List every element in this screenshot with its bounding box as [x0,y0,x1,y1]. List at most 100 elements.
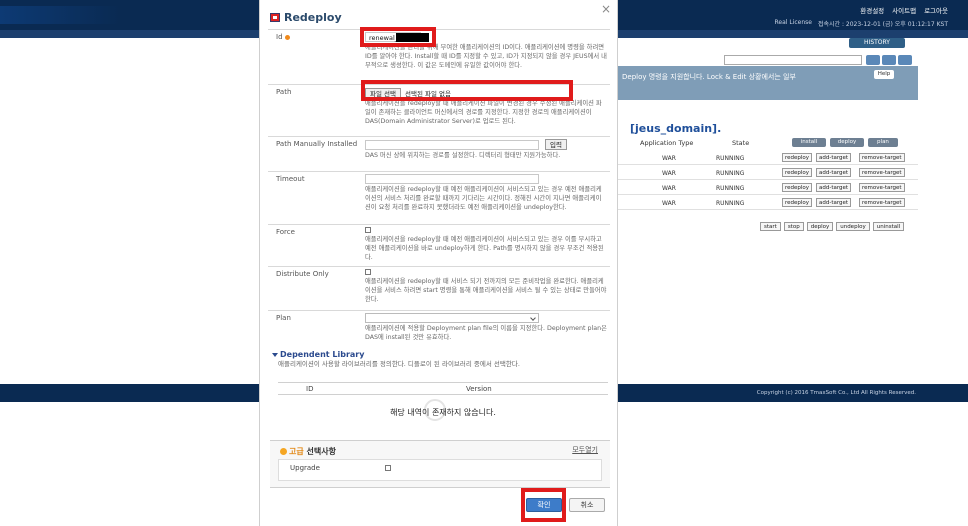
col-id: ID [306,385,314,393]
add-target-button[interactable]: add-target [816,153,852,162]
undeploy-button[interactable]: undeploy [836,222,870,231]
add-target-button[interactable]: add-target [816,183,852,192]
license-info: Real License 접속시간 : 2023-12-01 (금) 오후 01… [775,19,948,28]
app-state: RUNNING [716,185,745,192]
copyright: Copyright (c) 2016 TmaxSoft Co., Ltd All… [756,390,916,396]
app-type: WAR [662,200,676,207]
id-field-row: Id renewal_ 애플리케이션을 관리를 위해 부여한 애플리케이션의 I… [268,29,610,84]
remove-target-button[interactable]: remove-target [859,198,905,207]
history-button[interactable]: HISTORY [849,38,905,48]
add-target-button[interactable]: add-target [816,198,852,207]
timeout-label: Timeout [276,175,305,183]
id-label-text: Id [276,33,283,41]
sitemap-link[interactable]: 사이트맵 [892,5,916,15]
install-button[interactable]: install [792,138,826,147]
col-version: Version [466,385,492,393]
banner-text: Deploy 명령을 지원합니다. Lock & Edit 상황에서는 일부 [622,73,796,81]
force-label: Force [276,228,295,236]
deploy-action-button[interactable]: deploy [806,222,834,231]
plan-label: Plan [276,314,291,322]
required-icon [284,34,290,40]
remove-target-button[interactable]: remove-target [859,153,905,162]
timeout-description: 애플리케이션을 redeploy할 때 예전 애플리케이션이 서비스되고 있는 … [365,186,602,211]
app-type: WAR [662,170,676,177]
library-empty-message: 해당 내역이 존재하지 않습니다. [390,408,496,417]
domain-title: [jeus_domain]. [630,122,722,135]
app-state: RUNNING [716,170,745,177]
timeout-row: Timeout 애플리케이션을 redeploy할 때 예전 애플리케이션이 서… [268,171,610,224]
close-icon[interactable]: × [601,2,611,16]
help-button[interactable]: Help [874,70,894,79]
search-input[interactable] [724,55,862,65]
table-row: WAR RUNNING redeploy add-target remove-t… [618,166,918,180]
force-body: 애플리케이션을 redeploy할 때 예전 애플리케이션이 서비스되고 있는 … [365,227,607,262]
section-bullet-icon [272,352,278,357]
flag-icon [270,13,280,22]
force-description: 애플리케이션을 redeploy할 때 예전 애플리케이션이 서비스되고 있는 … [365,236,604,261]
export-icon[interactable] [898,55,912,65]
dialog-header: Redeploy × [260,0,617,28]
plan-row: Plan 애플리케이션에 적용할 Deployment plan file의 이… [268,310,610,346]
dialog-title: Redeploy [284,11,342,24]
timeout-body: 애플리케이션을 redeploy할 때 예전 애플리케이션이 서비스되고 있는 … [365,174,607,212]
settings-link[interactable]: 환경설정 [860,5,884,15]
table-row: WAR RUNNING redeploy add-target remove-t… [618,181,918,195]
path-manual-input[interactable] [365,139,539,150]
app-actions: start stop deploy undeploy uninstall [760,222,905,231]
app-state: RUNNING [716,155,745,162]
cancel-button[interactable]: 취소 [569,498,605,512]
id-label: Id [276,33,360,41]
col-state: State [732,138,750,147]
remove-target-button[interactable]: remove-target [859,168,905,177]
plan-description: 애플리케이션에 적용할 Deployment plan file의 이름을 지정… [365,325,607,341]
path-manual-input-group: 입력 [365,139,607,150]
id-description: 애플리케이션을 관리를 위해 부여한 애플리케이션의 ID이다. 애플리케이션에… [365,44,607,69]
plan-body: 애플리케이션에 적용할 Deployment plan file의 이름을 지정… [365,313,607,343]
distribute-only-description: 애플리케이션을 redeploy할 때 서비스 되기 전까지의 모든 준비작업을… [365,278,607,303]
redeploy-button[interactable]: redeploy [782,198,813,207]
app-type: WAR [662,155,676,162]
stop-button[interactable]: stop [783,222,804,231]
start-button[interactable]: start [760,222,781,231]
force-row: Force 애플리케이션을 redeploy할 때 예전 애플리케이션이 서비스… [268,224,610,266]
table-row: WAR RUNNING redeploy add-target remove-t… [618,151,918,165]
path-manual-description: DAS 머신 상에 위치하는 경로를 설정한다. 디렉터리 형태만 지원가능하다… [365,152,561,159]
license-text: Real License [774,19,812,26]
logo [0,6,120,24]
distribute-only-checkbox[interactable] [365,269,371,275]
plan-select[interactable] [365,313,539,323]
path-input-button[interactable]: 입력 [545,139,567,150]
dependent-library-title: Dependent Library [272,350,364,359]
expand-all-link[interactable]: 모두열기 [572,445,598,455]
search-icon[interactable] [866,55,880,65]
timeout-input[interactable] [365,174,539,184]
remove-target-button[interactable]: remove-target [859,183,905,192]
path-description: 애플리케이션을 redeploy할 때 애플리케이션 파일이 변경된 경우 수정… [365,100,602,125]
path-manual-row: Path Manually Installed 입력 DAS 머신 상에 위치하… [268,136,610,171]
force-checkbox[interactable] [365,227,371,233]
alert-icon [280,448,287,455]
redeploy-button[interactable]: redeploy [782,153,813,162]
refresh-icon[interactable] [882,55,896,65]
plan-button[interactable]: plan [868,138,898,147]
logout-link[interactable]: 로그아웃 [924,5,948,15]
path-label: Path [276,88,292,96]
advanced-options: 고급 선택사항 모두열기 Upgrade [270,440,610,488]
col-app-type: Application Type [640,138,694,147]
deploy-button[interactable]: deploy [830,138,864,147]
dependent-library-title-text: Dependent Library [280,350,365,359]
redeploy-button[interactable]: redeploy [782,168,813,177]
advanced-title-accent: 고급 [289,447,304,456]
path-manual-body: 입력 DAS 머신 상에 위치하는 경로를 설정한다. 디렉터리 형태만 지원가… [365,139,607,161]
add-target-button[interactable]: add-target [816,168,852,177]
apps-table-header: Application Type State install deploy pl… [618,136,918,149]
app-type: WAR [662,185,676,192]
redaction [396,33,429,42]
distribute-only-row: Distribute Only 애플리케이션을 redeploy할 때 서비스 … [268,266,610,310]
info-banner: Deploy 명령을 지원합니다. Lock & Edit 상황에서는 일부 [618,66,918,100]
screen: 환경설정 사이트맵 로그아웃 Real License 접속시간 : 2023-… [0,0,968,526]
redeploy-button[interactable]: redeploy [782,183,813,192]
upgrade-checkbox[interactable] [385,465,391,471]
confirm-highlight [521,488,566,522]
uninstall-button[interactable]: uninstall [872,222,905,231]
